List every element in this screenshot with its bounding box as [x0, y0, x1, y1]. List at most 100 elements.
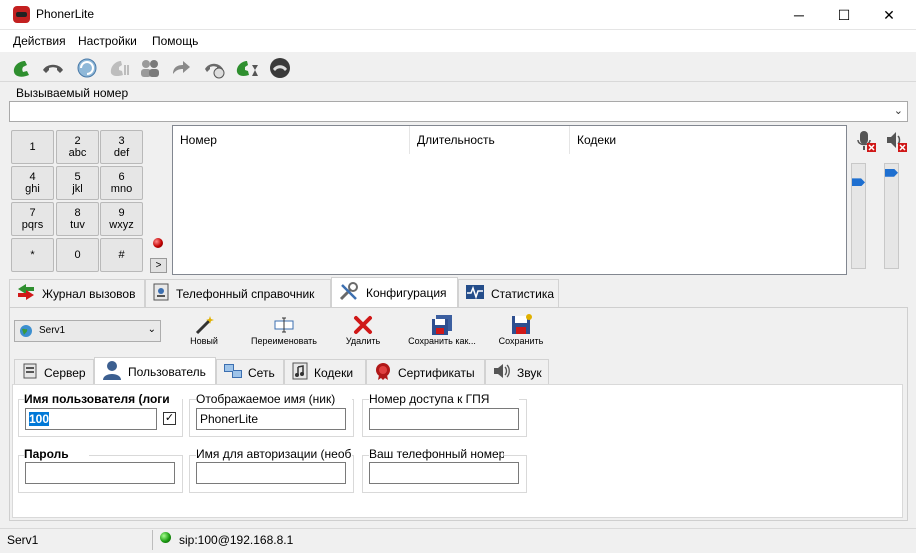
chevron-down-icon[interactable]: ⌄	[894, 104, 903, 117]
minimize-button[interactable]: ─	[776, 0, 822, 30]
password-input[interactable]	[25, 462, 175, 484]
call-waiting-icon[interactable]	[234, 55, 260, 81]
save-as-button[interactable]: Сохранить как...	[397, 314, 487, 352]
speaker-volume-slider[interactable]	[884, 163, 899, 269]
username-input[interactable]: 100	[25, 408, 157, 430]
save-icon	[509, 314, 533, 336]
call-log-icon	[16, 283, 36, 304]
pstn-number-label: Номер доступа к ГПЯ	[369, 392, 519, 406]
certificate-seal-icon	[373, 361, 393, 384]
key-star[interactable]: *	[11, 238, 54, 272]
new-button[interactable]: Новый	[159, 314, 249, 352]
redial-icon[interactable]	[74, 55, 100, 81]
key-9[interactable]: 9 wxyz	[100, 202, 143, 236]
tab-server[interactable]: Сервер	[14, 359, 94, 385]
key-2[interactable]: 2 abc	[56, 130, 99, 164]
server-icon	[21, 362, 39, 383]
key-6[interactable]: 6 mno	[100, 166, 143, 200]
statistics-icon	[465, 284, 485, 303]
key-5[interactable]: 5 jkl	[56, 166, 99, 200]
delete-button[interactable]: Удалить	[318, 314, 408, 352]
tab-network-label: Сеть	[248, 365, 275, 380]
key-0[interactable]: 0	[56, 238, 99, 272]
menu-bar	[0, 30, 916, 52]
save-button-label: Сохранить	[498, 336, 544, 346]
user-icon	[101, 360, 123, 383]
hold-icon[interactable]	[106, 55, 132, 81]
delete-button-label: Удалить	[345, 336, 381, 346]
calls-list[interactable]: Номер Длительность Кодеки	[172, 125, 847, 275]
forward-icon[interactable]	[168, 55, 194, 81]
window-title: PhonerLite	[36, 7, 95, 21]
dial-number-input[interactable]: ⌄	[9, 101, 908, 122]
tab-network[interactable]: Сеть	[216, 359, 284, 385]
tab-phonebook-label: Телефонный справочник	[176, 286, 315, 301]
hangup-icon[interactable]	[40, 55, 66, 81]
expand-button[interactable]: >	[150, 258, 167, 273]
key-8[interactable]: 8 tuv	[56, 202, 99, 236]
column-header-number[interactable]: Номер	[173, 126, 410, 154]
conference-icon[interactable]	[137, 55, 163, 81]
tab-user-label: Пользователь	[128, 364, 206, 379]
network-icon	[223, 362, 243, 383]
username-label: Имя пользователя (логи	[24, 392, 182, 406]
globe-icon	[19, 324, 33, 341]
auth-name-input[interactable]	[196, 462, 346, 484]
username-checkbox[interactable]: ✓	[163, 412, 176, 425]
tab-statistics[interactable]: Статистика	[458, 279, 559, 307]
microphone-mute-icon[interactable]	[855, 129, 877, 153]
tab-sound[interactable]: Звук	[485, 359, 549, 385]
tab-phonebook[interactable]: Телефонный справочник	[145, 279, 331, 307]
display-name-label: Отображаемое имя (ник)	[196, 392, 352, 406]
dnd-icon[interactable]	[267, 55, 293, 81]
tab-server-label: Сервер	[44, 365, 86, 380]
pstn-number-input[interactable]	[369, 408, 519, 430]
rename-button[interactable]: Переименовать	[239, 314, 329, 352]
key-4[interactable]: 4 ghi	[11, 166, 54, 200]
status-registration: sip:100@192.168.8.1	[179, 533, 294, 547]
key-7[interactable]: 7 pqrs	[11, 202, 54, 236]
auth-name-label: Имя для авторизации (необ	[196, 447, 352, 461]
save-as-icon	[430, 314, 454, 336]
transfer-icon[interactable]	[202, 55, 228, 81]
magic-wand-icon	[192, 314, 216, 336]
username-value: 100	[29, 412, 50, 426]
tab-configuration[interactable]: Конфигурация	[331, 277, 458, 308]
maximize-button[interactable]: ☐	[821, 0, 867, 30]
key-3[interactable]: 3 def	[100, 130, 143, 164]
save-button[interactable]: Сохранить	[476, 314, 566, 352]
tab-statistics-label: Статистика	[491, 286, 555, 301]
menu-help[interactable]: Помощь	[152, 34, 198, 48]
rename-button-label: Переименовать	[251, 336, 317, 346]
tab-configuration-label: Конфигурация	[366, 286, 447, 300]
menu-actions[interactable]: Действия	[13, 34, 66, 48]
key-1[interactable]: 1	[11, 130, 54, 164]
server-select-value: Serv1	[39, 325, 66, 336]
tools-icon	[338, 281, 360, 305]
tab-certificates[interactable]: Сертификаты	[366, 359, 485, 385]
tab-codecs-label: Кодеки	[314, 365, 354, 380]
tab-certificates-label: Сертификаты	[398, 365, 475, 380]
record-led-icon[interactable]	[153, 238, 163, 248]
speaker-mute-icon[interactable]	[884, 129, 908, 153]
phone-number-input[interactable]	[369, 462, 519, 484]
password-label: Пароль	[24, 447, 89, 461]
dial-number-label: Вызываемый номер	[16, 86, 129, 100]
column-header-duration[interactable]: Длительность	[410, 126, 570, 154]
status-bar	[0, 528, 916, 553]
call-icon[interactable]	[10, 55, 36, 81]
display-name-input[interactable]: PhonerLite	[196, 408, 346, 430]
app-logo-icon	[13, 6, 30, 23]
rename-icon	[272, 314, 296, 336]
close-button[interactable]: ✕	[866, 0, 912, 30]
menu-settings[interactable]: Настройки	[78, 34, 137, 48]
save-as-button-label: Сохранить как...	[408, 336, 476, 346]
tab-user[interactable]: Пользователь	[94, 357, 216, 385]
tab-call-log[interactable]: Журнал вызовов	[9, 279, 145, 307]
column-header-codecs[interactable]: Кодеки	[570, 126, 846, 154]
tab-codecs[interactable]: Кодеки	[284, 359, 366, 385]
registration-status-icon	[160, 532, 171, 543]
phone-number-label: Ваш телефонный номер	[369, 447, 504, 461]
server-select[interactable]: Serv1 ⌄	[14, 320, 161, 342]
key-hash[interactable]: #	[100, 238, 143, 272]
